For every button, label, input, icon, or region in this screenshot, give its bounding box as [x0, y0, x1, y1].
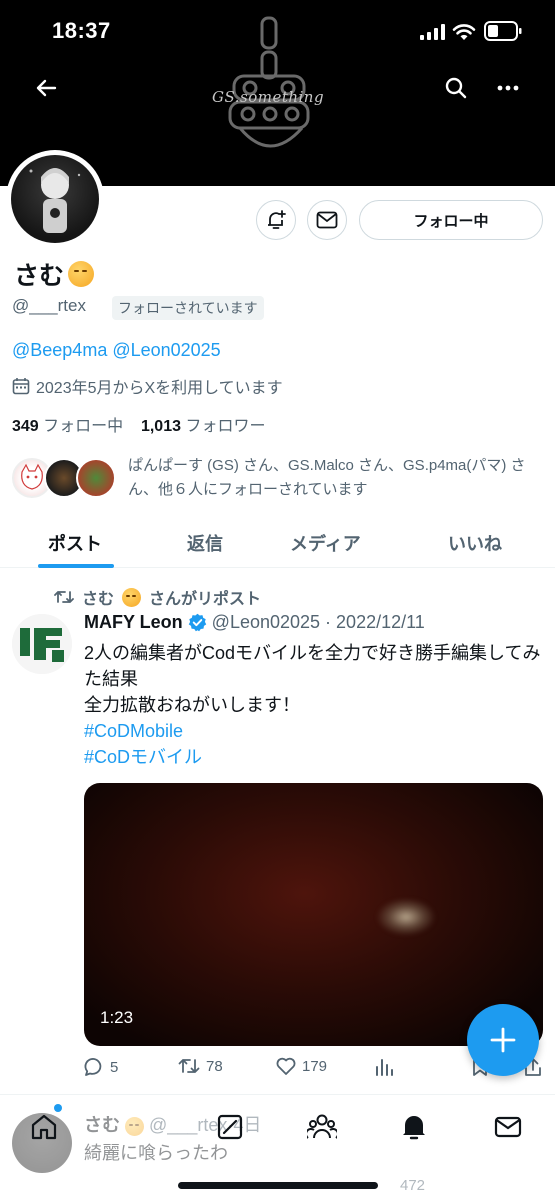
post-body: 2人の編集者がCodモバイルを全力で好き勝手編集してみた結果 全力拡散おねがいし…: [84, 640, 544, 770]
search-icon: [445, 77, 467, 99]
following-button[interactable]: フォロー中: [359, 200, 543, 240]
search-button[interactable]: [436, 68, 476, 108]
notifications-button[interactable]: [256, 200, 296, 240]
heart-icon: [276, 1057, 296, 1075]
repost-indicator[interactable]: さむ さんがリポスト: [54, 585, 261, 609]
tab-notifications[interactable]: [394, 1107, 434, 1147]
yawning-face-emoji-icon: [122, 587, 142, 607]
like-button[interactable]: 179: [276, 1057, 327, 1075]
video-duration: 1:23: [100, 1008, 134, 1027]
arrow-left-icon: [36, 79, 57, 97]
battery-icon: [484, 21, 522, 41]
mutual-followers-text: ぱんぱーす (GS) さん、GS.Malco さん、GS.p4ma(パマ) さん…: [128, 457, 526, 498]
hashtag-link[interactable]: #CoDMobile: [84, 718, 544, 744]
post-handle[interactable]: @Leon02025: [212, 612, 320, 633]
home-indicator: [178, 1182, 378, 1189]
message-button[interactable]: [307, 200, 347, 240]
tab-home[interactable]: [24, 1107, 64, 1147]
verified-badge-icon: [188, 613, 206, 632]
post-date[interactable]: 2022/12/11: [336, 612, 425, 633]
views-button[interactable]: [374, 1057, 394, 1077]
envelope-icon: [316, 211, 338, 229]
display-name: さむ: [14, 256, 95, 292]
tab-posts[interactable]: ポスト: [48, 530, 102, 556]
post-author-name[interactable]: MAFY Leon: [84, 612, 183, 633]
calendar-icon: [12, 378, 30, 395]
post-text-line: 2人の編集者がCodモバイルを全力で好き勝手編集してみた結果: [84, 643, 541, 689]
envelope-icon: [494, 1116, 522, 1138]
tab-replies[interactable]: 返信: [187, 530, 223, 556]
repost-icon: [178, 1059, 200, 1073]
tab-likes[interactable]: いいね: [448, 530, 502, 556]
repost-button[interactable]: 78: [178, 1057, 223, 1075]
following-link[interactable]: 349 フォロー中: [12, 418, 123, 435]
plus-icon: [490, 1027, 516, 1053]
followers-link[interactable]: 1,013 フォロワー: [141, 418, 266, 435]
home-unread-dot: [54, 1104, 62, 1112]
active-tab-indicator: [38, 564, 114, 568]
joined-date: 2023年5月からXを利用しています: [12, 374, 283, 398]
wifi-icon: [452, 24, 476, 40]
bar-chart-icon: [376, 1059, 393, 1076]
tab-communities[interactable]: [302, 1107, 342, 1147]
people-icon: [307, 1114, 337, 1139]
tab-media[interactable]: メディア: [290, 530, 361, 556]
mafy-logo-icon: [12, 614, 72, 674]
avatar-illustration: [29, 168, 81, 233]
post-text-line: 全力拡散おねがいします！: [84, 695, 300, 715]
status-bar: 18:37: [0, 0, 555, 60]
bell-icon: [403, 1116, 425, 1140]
profile-tabs: ポスト 返信 メディア いいね: [0, 518, 555, 568]
compose-button[interactable]: [467, 1004, 539, 1076]
mutual-followers[interactable]: ぱんぱーす (GS) さん、GS.Malco さん、GS.p4ma(パマ) さん…: [12, 454, 545, 504]
reply-button[interactable]: 5: [84, 1057, 118, 1077]
yawning-face-emoji-icon: [68, 261, 95, 287]
status-time: 18:37: [52, 18, 111, 43]
more-dots-icon: [497, 85, 519, 91]
grok-icon: [217, 1114, 243, 1140]
follows-you-badge: フォローされています: [112, 296, 264, 320]
tab-messages[interactable]: [488, 1107, 528, 1147]
more-button[interactable]: [488, 68, 528, 108]
follow-counts: 349 フォロー中 1,013 フォロワー: [12, 412, 265, 436]
hashtag-link[interactable]: #CoDモバイル: [84, 744, 544, 770]
repost-icon: [54, 591, 74, 603]
profile-avatar[interactable]: [6, 150, 104, 248]
post-author-avatar[interactable]: [12, 614, 72, 674]
cellular-signal-icon: [420, 24, 445, 40]
post-video[interactable]: 1:23: [84, 783, 543, 1046]
reply-icon: [84, 1058, 102, 1076]
home-icon: [31, 1114, 57, 1140]
bell-plus-icon: [268, 210, 286, 229]
tab-grok[interactable]: [210, 1107, 250, 1147]
mutual-avatar: [76, 458, 116, 498]
banner-title: GS.something: [212, 88, 325, 106]
post-header: MAFY Leon @Leon02025 · 2022/12/11: [84, 612, 425, 633]
profile-bio[interactable]: @Beep4ma @Leon02025: [12, 340, 221, 361]
profile-handle: @___rtex: [12, 296, 86, 315]
back-button[interactable]: [26, 68, 66, 108]
